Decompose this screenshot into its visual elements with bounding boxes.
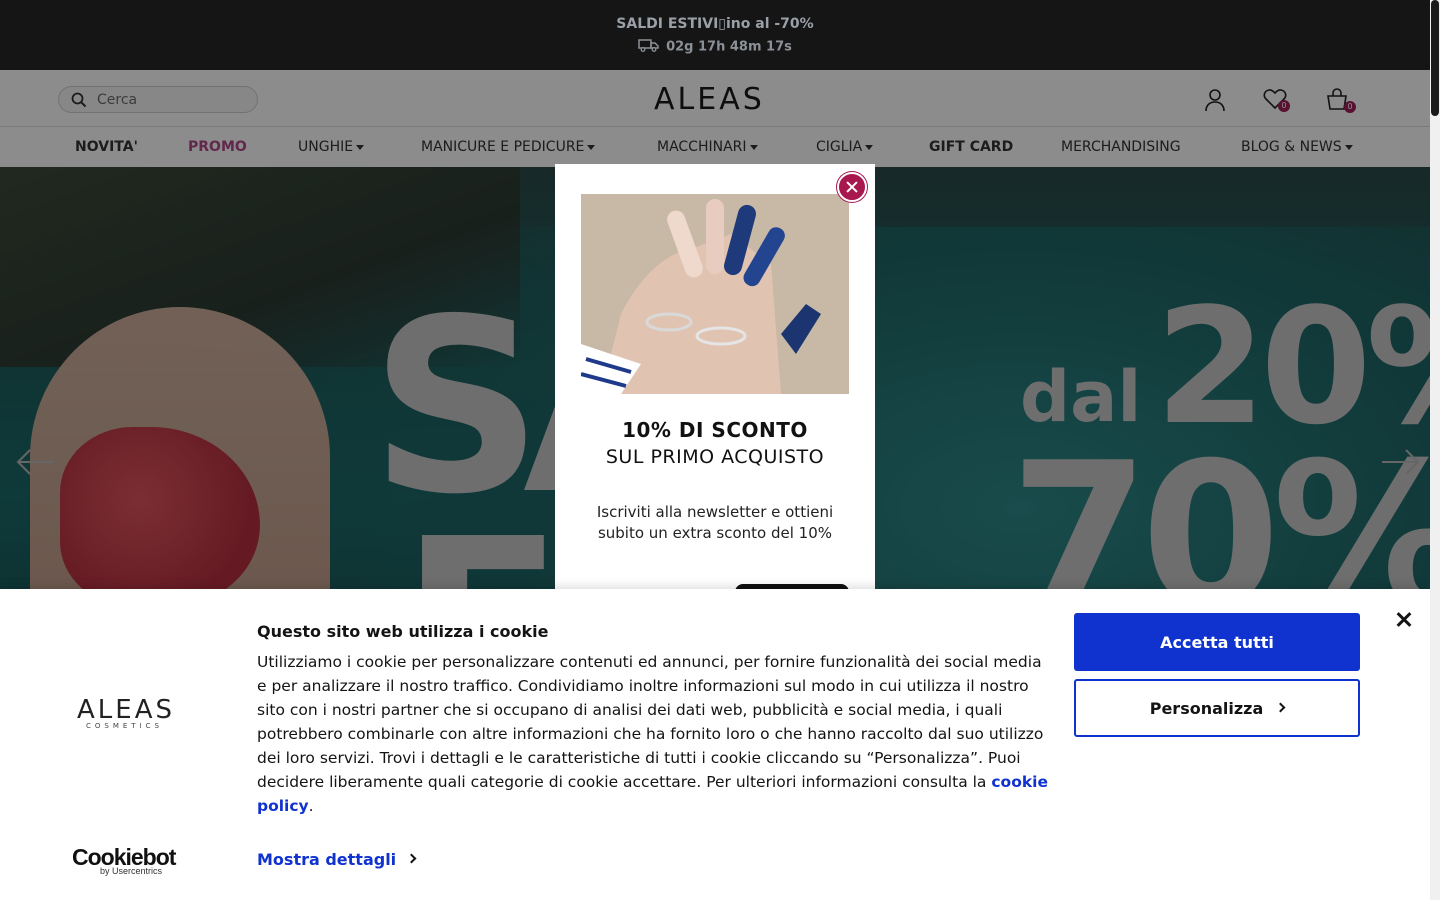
show-details-link[interactable]: Mostra dettagli [257, 850, 417, 869]
customize-label: Personalizza [1149, 698, 1264, 718]
cookie-body: Utilizziamo i cookie per personalizzare … [257, 650, 1052, 818]
accept-all-button[interactable]: Accetta tutti [1074, 613, 1360, 671]
modal-close-button[interactable] [837, 172, 867, 202]
promo-countdown-row: 02g 17h 48m 17s [0, 38, 1430, 56]
modal-subtitle: SUL PRIMO ACQUISTO [605, 446, 825, 468]
page-scrollbar[interactable] [1430, 0, 1440, 900]
cookie-banner: ALEAS COSMETICS Cookiebot by Usercentric… [0, 589, 1430, 900]
cookie-body-text: Utilizziamo i cookie per personalizzare … [257, 653, 1044, 791]
promo-headline: SALDI ESTIVI▯ino al -70% [616, 16, 814, 32]
truck-icon [638, 38, 660, 56]
cookiebot-logo-sub: by Usercentrics [100, 866, 163, 876]
newsletter-modal: 10% DI SCONTO SUL PRIMO ACQUISTO Iscrivi… [555, 164, 875, 594]
cookie-brand-logo: ALEAS [77, 695, 175, 725]
promo-bar: SALDI ESTIVI▯ino al -70% 02g 17h 48m 17s [0, 0, 1430, 70]
modal-nails-image [581, 194, 849, 394]
countdown-timer: 02g 17h 48m 17s [666, 39, 792, 55]
customize-button[interactable]: Personalizza [1074, 679, 1360, 737]
scrollbar-thumb[interactable] [1431, 0, 1439, 116]
chevron-right-icon [1275, 702, 1286, 712]
cookie-brand-logo-sub: COSMETICS [86, 722, 163, 730]
chevron-right-icon [406, 853, 417, 864]
modal-description: Iscriviti alla newsletter e ottieni subi… [596, 503, 834, 542]
cookie-close-icon[interactable] [1394, 609, 1414, 629]
cookie-title: Questo sito web utilizza i cookie [257, 622, 549, 641]
modal-title: 10% DI SCONTO [622, 418, 808, 442]
cookie-body-end: . [308, 797, 314, 815]
show-details-label: Mostra dettagli [257, 850, 397, 869]
